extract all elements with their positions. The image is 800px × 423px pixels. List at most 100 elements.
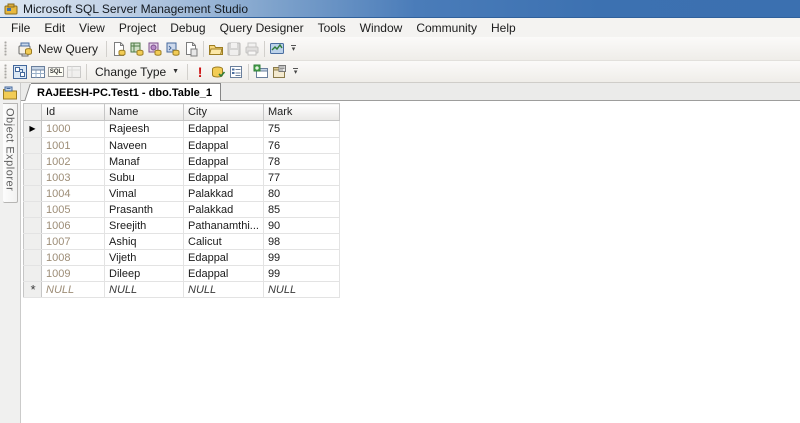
grid-cell[interactable]: NULL	[263, 281, 340, 298]
grid-cell[interactable]: 1000	[41, 120, 105, 138]
column-header-id[interactable]: Id	[41, 103, 105, 121]
grid-cell[interactable]: Subu	[104, 169, 184, 186]
grid-cell[interactable]: Edappal	[183, 265, 264, 282]
grid-cell[interactable]: 80	[263, 185, 340, 202]
grid-cell[interactable]: Palakkad	[183, 185, 264, 202]
grid-cell[interactable]: Edappal	[183, 120, 264, 138]
grid-cell[interactable]: Palakkad	[183, 201, 264, 218]
properties-window-icon[interactable]	[227, 63, 245, 81]
toolbar-grip[interactable]	[3, 41, 8, 56]
column-header-name[interactable]: Name	[104, 103, 184, 121]
save-icon[interactable]	[225, 40, 243, 58]
grid-cell[interactable]: 1009	[41, 265, 105, 282]
grid-cell[interactable]: 1008	[41, 249, 105, 266]
show-diagram-pane-icon[interactable]	[11, 63, 29, 81]
new-query-button[interactable]: New Query	[11, 38, 103, 60]
execute-sql-icon[interactable]: !	[191, 63, 209, 81]
show-criteria-pane-icon[interactable]	[29, 63, 47, 81]
grid-cell[interactable]: Edappal	[183, 153, 264, 170]
row-selector[interactable]	[23, 169, 42, 186]
grid-cell[interactable]: Vijeth	[104, 249, 184, 266]
row-selector[interactable]: *	[23, 281, 42, 298]
column-header-mark[interactable]: Mark	[263, 103, 340, 121]
grid-cell[interactable]: 1006	[41, 217, 105, 234]
grid-cell[interactable]: 90	[263, 217, 340, 234]
grid-cell[interactable]: Rajeesh	[104, 120, 184, 138]
menu-item-edit[interactable]: Edit	[37, 19, 72, 37]
document-copy-icon[interactable]	[182, 40, 200, 58]
grid-cell[interactable]: Ashiq	[104, 233, 184, 250]
grid-cell[interactable]: 1002	[41, 153, 105, 170]
toolbar-overflow-button[interactable]: ▾	[288, 40, 299, 58]
row-selector[interactable]	[23, 265, 42, 282]
toolbar-grip[interactable]	[3, 64, 8, 79]
row-selector[interactable]	[23, 233, 42, 250]
grid-cell[interactable]: 85	[263, 201, 340, 218]
grid-cell[interactable]: Edappal	[183, 169, 264, 186]
grid-cell[interactable]: Manaf	[104, 153, 184, 170]
show-results-pane-icon[interactable]	[65, 63, 83, 81]
grid-cell[interactable]: 99	[263, 249, 340, 266]
menu-item-community[interactable]: Community	[409, 19, 484, 37]
grid-cell[interactable]: 75	[263, 120, 340, 138]
change-type-button[interactable]: Change Type ▼	[90, 63, 184, 81]
grid-cell[interactable]: Edappal	[183, 249, 264, 266]
row-selector[interactable]	[23, 185, 42, 202]
new-database-query-icon[interactable]	[110, 40, 128, 58]
grid-cell[interactable]: 77	[263, 169, 340, 186]
grid-cell[interactable]: 1005	[41, 201, 105, 218]
grid-cell[interactable]: 99	[263, 265, 340, 282]
grid-cell[interactable]: Naveen	[104, 137, 184, 154]
menu-item-project[interactable]: Project	[112, 19, 163, 37]
grid-cell[interactable]: 98	[263, 233, 340, 250]
grid-cell[interactable]: Dileep	[104, 265, 184, 282]
row-selector[interactable]	[23, 249, 42, 266]
row-selector[interactable]: ▶	[23, 120, 42, 138]
row-selector[interactable]	[23, 201, 42, 218]
menu-item-window[interactable]: Window	[353, 19, 410, 37]
row-selector[interactable]	[23, 217, 42, 234]
menu-item-help[interactable]: Help	[484, 19, 523, 37]
tab-dbo-table1[interactable]: RAJEESH-PC.Test1 - dbo.Table_1	[31, 83, 222, 101]
xmla-query-icon[interactable]	[164, 40, 182, 58]
query-designer-toolbar: SQL Change Type ▼ ! ▾	[0, 61, 800, 83]
document-column: RAJEESH-PC.Test1 - dbo.Table_1 Id Name C…	[21, 83, 800, 423]
menu-item-view[interactable]: View	[72, 19, 112, 37]
verify-sql-icon[interactable]	[209, 63, 227, 81]
menu-item-query-designer[interactable]: Query Designer	[213, 19, 311, 37]
add-table-icon[interactable]	[252, 63, 270, 81]
grid-cell[interactable]: 78	[263, 153, 340, 170]
mdx-query-icon[interactable]	[128, 40, 146, 58]
grid-cell[interactable]: Calicut	[183, 233, 264, 250]
open-file-icon[interactable]	[207, 40, 225, 58]
grid-cell[interactable]: NULL	[104, 281, 184, 298]
grid-corner[interactable]	[23, 103, 42, 121]
grid-cell[interactable]: Vimal	[104, 185, 184, 202]
menu-item-debug[interactable]: Debug	[163, 19, 212, 37]
show-sql-pane-icon[interactable]: SQL	[47, 63, 65, 81]
print-icon[interactable]	[243, 40, 261, 58]
grid-cell[interactable]: Sreejith	[104, 217, 184, 234]
menu-item-file[interactable]: File	[4, 19, 37, 37]
menu-item-tools[interactable]: Tools	[311, 19, 353, 37]
grid-cell[interactable]: 1007	[41, 233, 105, 250]
grid-cell[interactable]: 1004	[41, 185, 105, 202]
grid-cell[interactable]: Edappal	[183, 137, 264, 154]
grid-cell[interactable]: 76	[263, 137, 340, 154]
add-group-by-icon[interactable]	[270, 63, 288, 81]
object-explorer-tab[interactable]: Object Explorer	[2, 103, 18, 204]
toolbar-overflow-button[interactable]: ▾	[290, 63, 301, 81]
activity-monitor-icon[interactable]	[268, 40, 286, 58]
grid-cell[interactable]: NULL	[41, 281, 105, 298]
column-header-city[interactable]: City	[183, 103, 264, 121]
grid-cell[interactable]: 1003	[41, 169, 105, 186]
dmx-query-icon[interactable]	[146, 40, 164, 58]
grid-cell[interactable]: NULL	[183, 281, 264, 298]
grid-cell[interactable]: Pathanamthi...	[183, 217, 264, 234]
row-selector[interactable]	[23, 153, 42, 170]
row-selector[interactable]	[23, 137, 42, 154]
grid-cell[interactable]: 1001	[41, 137, 105, 154]
grid-cell[interactable]: Prasanth	[104, 201, 184, 218]
object-explorer-icon[interactable]	[2, 85, 18, 101]
table-row: 1008 Vijeth Edappal 99	[23, 249, 340, 266]
